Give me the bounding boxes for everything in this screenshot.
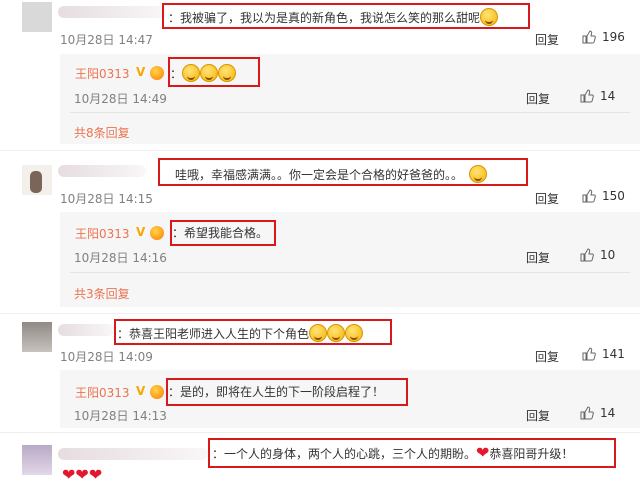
thumbs-up-icon — [580, 248, 594, 262]
heart-emoji: ❤ — [88, 465, 103, 484]
more-replies-link[interactable]: 共8条回复 — [74, 124, 130, 141]
reply-button[interactable]: 回复 — [535, 348, 559, 365]
reply-username[interactable]: 王阳0313 — [75, 225, 130, 242]
reply-username[interactable]: 王阳0313 — [75, 384, 130, 401]
like-count: 10 — [600, 248, 616, 262]
reply-username[interactable]: 王阳0313 — [75, 65, 130, 82]
verified-v-icon: V — [136, 384, 146, 398]
like-button[interactable]: 14 — [580, 406, 615, 420]
heart-emoji: ❤ — [62, 465, 76, 484]
thumbs-up-icon — [582, 30, 596, 44]
comment-text: ：恭喜王阳老师进入人生的下个角色 — [117, 324, 364, 342]
divider — [0, 150, 640, 151]
like-count: 14 — [600, 89, 616, 103]
comment-body: ：一个人的身体，两个人的心跳，三个人的期盼。 — [212, 447, 477, 461]
timestamp: 10月28日 14:47 — [60, 33, 153, 47]
reply-timestamp: 10月28日 14:49 — [74, 92, 167, 106]
divider — [0, 313, 640, 314]
thumbs-up-emoji — [469, 165, 488, 183]
like-count: 150 — [602, 189, 625, 203]
reply-button[interactable]: 回复 — [526, 249, 550, 266]
more-replies-link[interactable]: 共3条回复 — [74, 285, 130, 302]
reply-text: ：希望我能合格。 — [172, 226, 269, 240]
reply-button[interactable]: 回复 — [535, 31, 559, 48]
grin-emoji — [218, 64, 237, 82]
username-blurred[interactable] — [58, 6, 166, 18]
grin-emoji — [200, 64, 219, 82]
reply-button[interactable]: 回复 — [526, 90, 550, 107]
avatar[interactable] — [22, 322, 52, 352]
comment-body: 哇哦，幸福感满满。。你一定会是个合格的好爸爸的。。 — [175, 168, 464, 182]
comment-body: ：恭喜王阳老师进入人生的下个角色 — [117, 327, 310, 341]
reply-button[interactable]: 回复 — [526, 407, 550, 424]
thumbs-up-icon — [582, 189, 596, 203]
member-crown-icon — [150, 226, 164, 240]
username-blurred[interactable] — [58, 448, 208, 460]
like-button[interactable]: 196 — [582, 30, 625, 44]
like-button[interactable]: 150 — [582, 189, 625, 203]
verified-v-icon: V — [136, 65, 146, 79]
hearts-row: ❤❤❤ — [62, 467, 102, 483]
divider — [0, 432, 640, 433]
heart-emoji: ❤ — [75, 465, 89, 484]
party-emoji — [327, 324, 346, 342]
thumbs-up-icon — [582, 347, 596, 361]
reply-timestamp: 10月28日 14:13 — [74, 409, 167, 423]
like-count: 141 — [602, 347, 625, 361]
reply-text: ： — [170, 64, 237, 82]
timestamp: 10月28日 14:09 — [60, 350, 153, 364]
timestamp: 10月28日 14:15 — [60, 192, 153, 206]
reply-text: ：是的，即将在人生的下一阶段启程了！ — [168, 385, 385, 399]
divider — [70, 272, 630, 273]
party-emoji — [309, 324, 328, 342]
comment-text: ：一个人的身体，两个人的心跳，三个人的期盼。❤恭喜阳哥升级！ — [212, 445, 573, 462]
like-button[interactable]: 141 — [582, 347, 625, 361]
avatar[interactable] — [22, 165, 52, 195]
reply-body: ： — [170, 67, 183, 81]
member-crown-icon — [150, 66, 164, 80]
comment-text: 哇哦，幸福感满满。。你一定会是个合格的好爸爸的。。 — [175, 165, 488, 183]
like-count: 196 — [602, 30, 625, 44]
like-count: 14 — [600, 406, 616, 420]
comment-body: ：我被骗了，我以为是真的新角色，我说怎么笑的那么甜呢 — [168, 11, 481, 25]
avatar[interactable] — [22, 445, 52, 475]
comment-text: ：我被骗了，我以为是真的新角色，我说怎么笑的那么甜呢 — [168, 8, 499, 26]
verified-v-icon: V — [136, 225, 146, 239]
divider — [70, 112, 630, 113]
username-blurred[interactable] — [58, 324, 114, 336]
avatar[interactable] — [22, 2, 52, 32]
reply-timestamp: 10月28日 14:16 — [74, 251, 167, 265]
thumbs-up-icon — [580, 89, 594, 103]
username-blurred[interactable] — [58, 165, 146, 177]
member-crown-icon — [150, 385, 164, 399]
reply-button[interactable]: 回复 — [535, 190, 559, 207]
grin-emoji — [480, 8, 499, 26]
grin-emoji — [182, 64, 201, 82]
party-emoji — [345, 324, 364, 342]
thumbs-up-icon — [580, 406, 594, 420]
heart-emoji: ❤ — [476, 443, 490, 462]
comment-body-2: 恭喜阳哥升级！ — [489, 447, 574, 461]
like-button[interactable]: 14 — [580, 89, 615, 103]
like-button[interactable]: 10 — [580, 248, 615, 262]
